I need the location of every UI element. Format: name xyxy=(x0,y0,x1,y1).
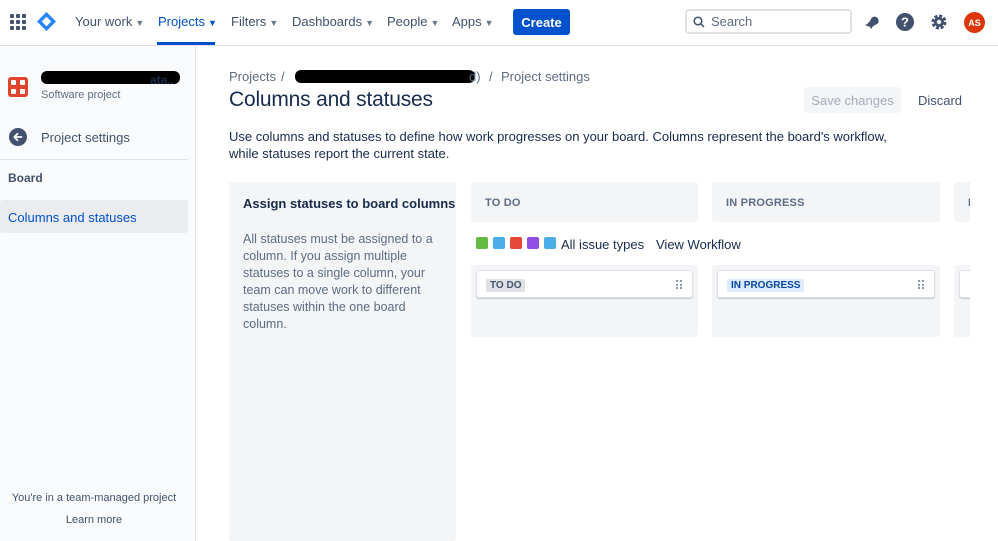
drag-handle-icon[interactable] xyxy=(676,280,682,289)
status-lozenge: TO DO xyxy=(486,279,526,292)
project-name[interactable]: ata.. xyxy=(150,73,174,87)
chevron-down-icon: ▼ xyxy=(430,18,440,28)
nav-people[interactable]: People ▼ xyxy=(387,14,439,29)
nav-your-work[interactable]: Your work ▼ xyxy=(75,14,144,29)
nav-active-indicator xyxy=(157,42,215,45)
column-body-done xyxy=(954,265,970,337)
nav-filters[interactable]: Filters ▼ xyxy=(231,14,278,29)
view-workflow-link[interactable]: View Workflow xyxy=(656,237,741,252)
help-icon[interactable]: ? xyxy=(895,12,915,32)
project-avatar-icon xyxy=(8,77,28,97)
sidebar-divider xyxy=(0,159,188,160)
column-header-done[interactable]: D xyxy=(954,182,970,222)
search-icon xyxy=(693,16,705,28)
top-navigation: Your work ▼ Projects ▼ Filters ▼ Dashboards… xyxy=(0,0,998,46)
story-icon xyxy=(476,237,488,249)
nav-projects[interactable]: Projects ▼ xyxy=(158,14,217,29)
project-sidebar: ata.. Software project Project settings … xyxy=(0,46,196,541)
save-changes-button[interactable]: Save changes xyxy=(804,87,901,113)
create-button[interactable]: Create xyxy=(513,9,570,35)
all-issue-types-label: All issue types xyxy=(561,237,645,252)
project-settings-link[interactable]: Project settings xyxy=(41,130,130,145)
page-title: Columns and statuses xyxy=(229,88,433,111)
assign-statuses-panel: Assign statuses to board columns All sta… xyxy=(229,182,456,541)
column-header-to-do[interactable]: TO DO xyxy=(471,182,698,222)
task-icon xyxy=(493,237,505,249)
nav-apps[interactable]: Apps ▼ xyxy=(452,14,494,29)
column-body-in-progress: IN PROGRESS xyxy=(712,265,940,337)
breadcrumb-project-settings[interactable]: Project settings xyxy=(501,69,590,84)
column-header-in-progress[interactable]: IN PROGRESS xyxy=(712,182,940,222)
discard-button[interactable]: Discard xyxy=(910,87,970,113)
team-managed-note: You're in a team-managed project xyxy=(11,492,177,504)
notifications-bell-icon[interactable] xyxy=(862,12,882,32)
status-card-in-progress[interactable]: IN PROGRESS xyxy=(717,270,935,298)
assign-panel-text: All statuses must be assigned to a colum… xyxy=(243,232,433,331)
breadcrumb-separator: / xyxy=(489,69,493,84)
breadcrumb-project-tail[interactable]: d) xyxy=(469,69,481,84)
chevron-down-icon: ▼ xyxy=(135,18,145,28)
search-box[interactable] xyxy=(685,9,852,34)
svg-text:?: ? xyxy=(901,15,909,30)
breadcrumb-project-redacted[interactable] xyxy=(295,70,475,83)
chevron-down-icon: ▼ xyxy=(269,18,279,28)
drag-handle-icon[interactable] xyxy=(918,280,924,289)
app-switcher-icon[interactable] xyxy=(10,14,26,30)
chevron-down-icon: ▼ xyxy=(365,18,375,28)
breadcrumb-separator: / xyxy=(281,69,285,84)
board-columns: TO DO TO DO IN PROGRESS IN PROGRESS D xyxy=(471,182,970,342)
learn-more-link[interactable]: Learn more xyxy=(0,514,188,526)
column-body-to-do: TO DO xyxy=(471,265,698,337)
project-type: Software project xyxy=(41,89,121,101)
breadcrumb-projects[interactable]: Projects xyxy=(229,69,276,84)
sidebar-item-columns-and-statuses[interactable]: Columns and statuses xyxy=(0,200,188,233)
status-card-done[interactable] xyxy=(959,270,970,298)
back-arrow-icon[interactable] xyxy=(9,128,27,146)
assign-panel-title: Assign statuses to board columns xyxy=(243,196,456,211)
bug-icon xyxy=(510,237,522,249)
jira-logo-icon[interactable] xyxy=(37,12,56,31)
sidebar-item-label: Columns and statuses xyxy=(8,210,137,225)
nav-dashboards[interactable]: Dashboards ▼ xyxy=(292,14,374,29)
settings-gear-icon[interactable] xyxy=(929,12,949,32)
page-description: Use columns and statuses to define how w… xyxy=(229,129,887,161)
sidebar-section-board: Board xyxy=(8,171,43,185)
status-lozenge: IN PROGRESS xyxy=(727,279,805,292)
epic-icon xyxy=(527,237,539,249)
user-avatar[interactable]: AS xyxy=(964,12,985,33)
chevron-down-icon: ▼ xyxy=(207,18,217,28)
chevron-down-icon: ▼ xyxy=(484,18,494,28)
subtask-icon xyxy=(544,237,556,249)
search-input[interactable] xyxy=(711,13,846,30)
status-card-to-do[interactable]: TO DO xyxy=(476,270,693,298)
